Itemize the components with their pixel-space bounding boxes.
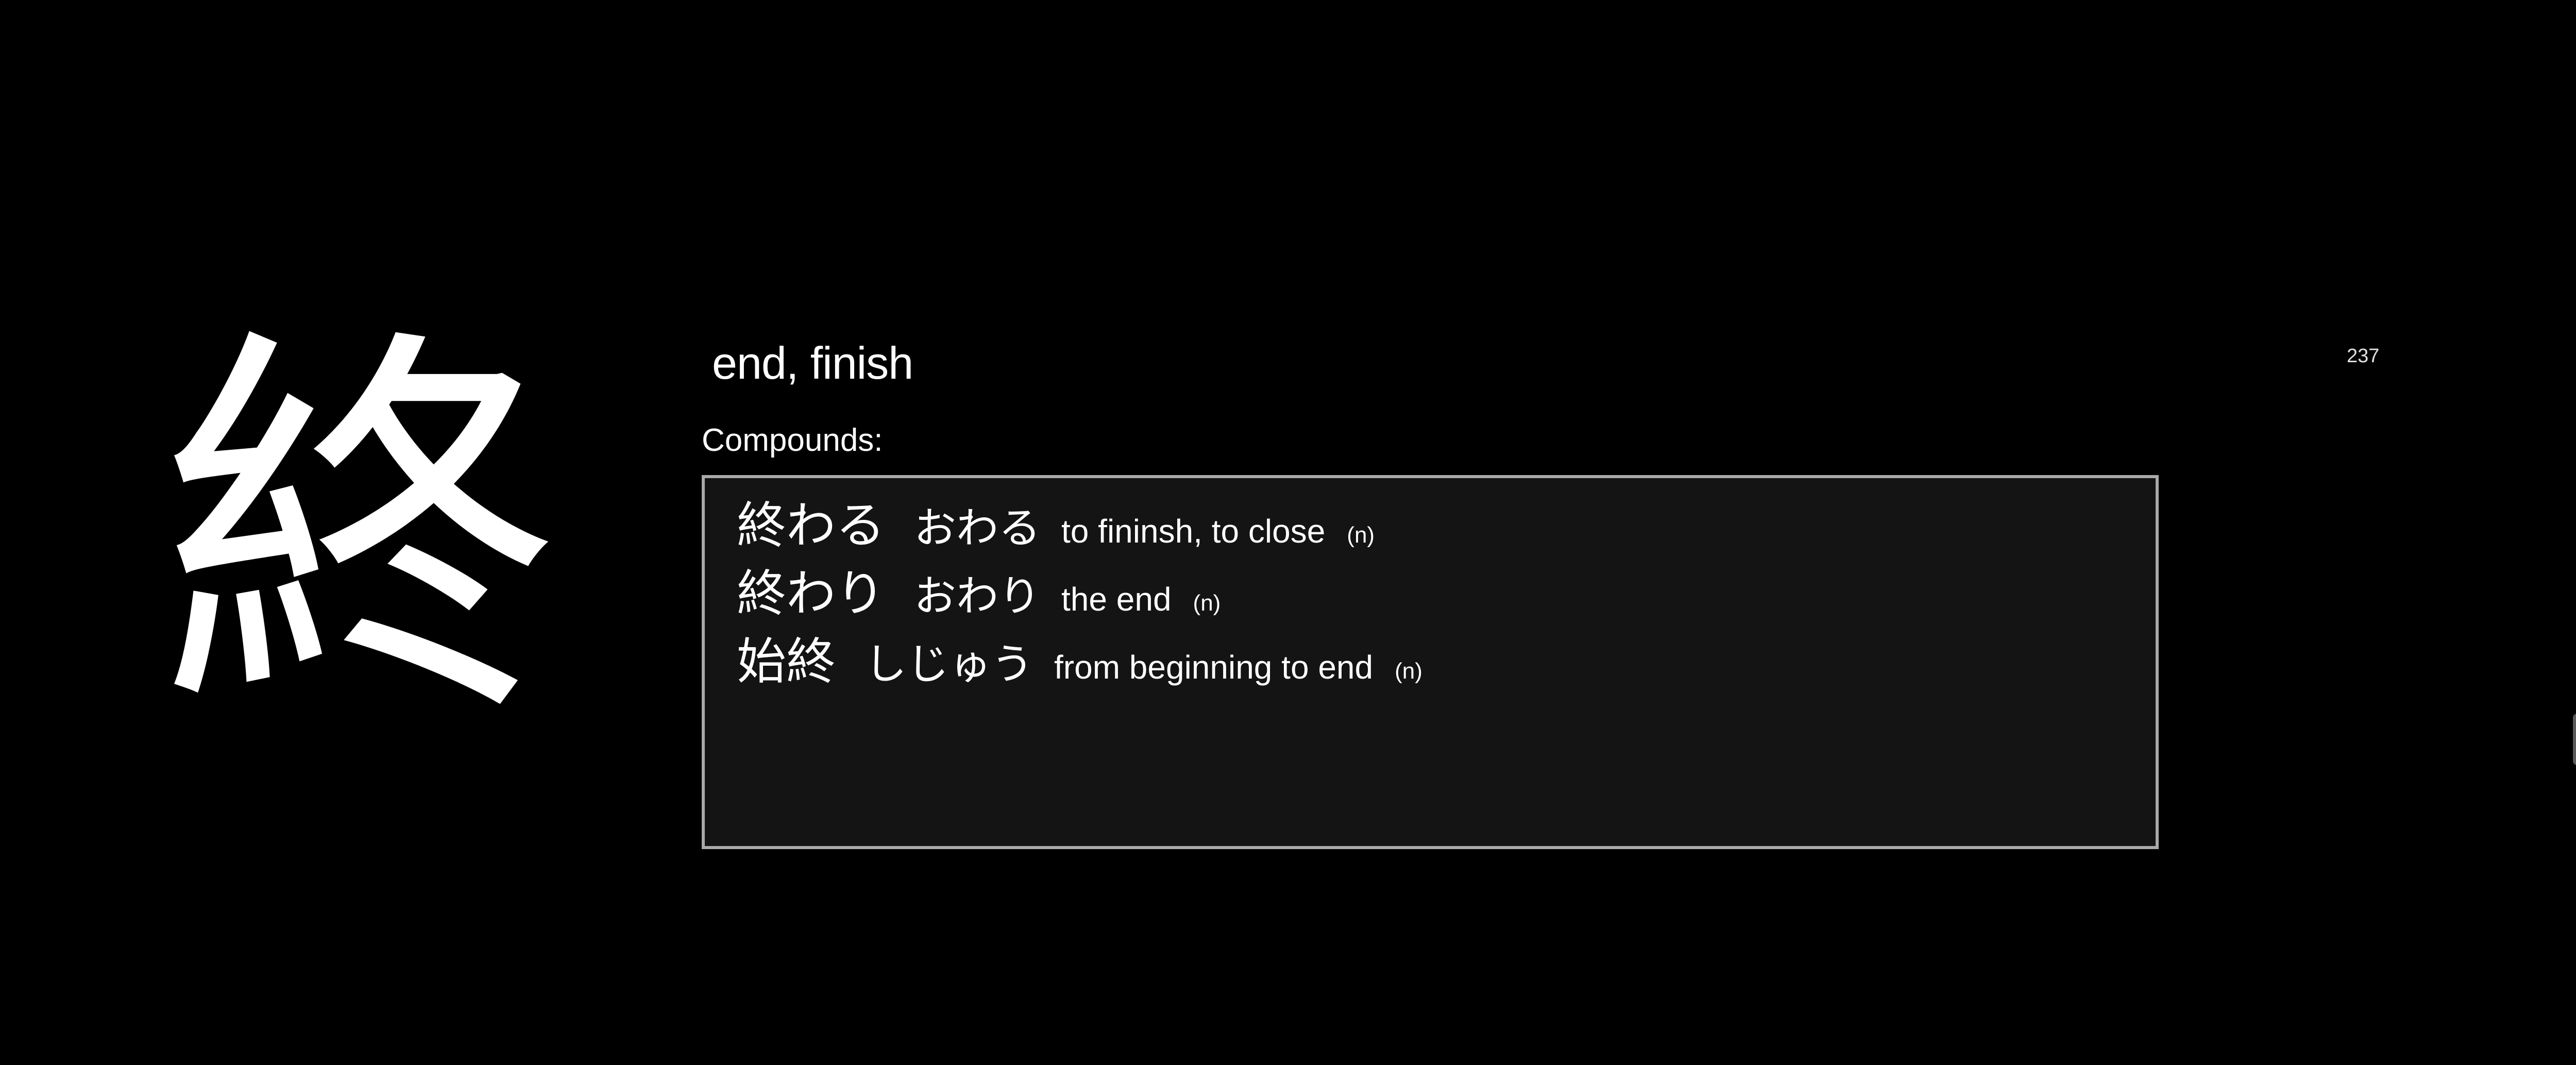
- compound-word: 終わる: [737, 497, 885, 554]
- compound-word: 終わり: [737, 565, 885, 622]
- compounds-list: 終わる おわる to fininsh, to close (n) 終わり おわり…: [702, 475, 2159, 849]
- kanji-meaning: end, finish: [712, 337, 913, 388]
- compound-type: (n): [1193, 590, 1221, 616]
- compound-row: 終わる おわる to fininsh, to close (n): [737, 492, 2156, 560]
- compound-type: (n): [1347, 522, 1375, 548]
- compound-word: 始終: [737, 633, 836, 690]
- compound-row: 始終 しじゅう from beginning to end (n): [737, 628, 2156, 696]
- card-number: 237: [2347, 345, 2380, 367]
- compound-row: 終わり おわり the end (n): [737, 560, 2156, 628]
- kanji-character: 終: [160, 297, 562, 765]
- scroll-handle[interactable]: [2573, 714, 2576, 765]
- compound-reading: おわる: [914, 504, 1041, 553]
- compound-definition: to fininsh, to close: [1061, 513, 1326, 550]
- compound-definition: from beginning to end: [1054, 649, 1374, 686]
- compounds-label: Compounds:: [702, 422, 883, 458]
- compound-reading: しじゅう: [865, 640, 1034, 689]
- compound-definition: the end: [1061, 581, 1172, 618]
- compound-reading: おわり: [914, 572, 1041, 621]
- compound-type: (n): [1395, 658, 1422, 684]
